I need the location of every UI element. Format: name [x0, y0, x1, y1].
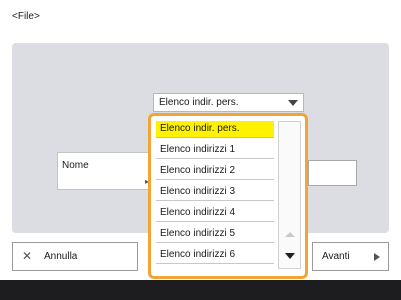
address-book-dropdown: Elenco indir. pers. Elenco indirizzi 1 E…: [148, 113, 308, 279]
name-button[interactable]: Nome ▸: [57, 152, 152, 190]
bottom-bar: [0, 280, 401, 300]
screen-title: <File>: [12, 11, 40, 22]
address-book-select-value: Elenco indir. pers.: [159, 97, 239, 108]
arrow-right-icon: [374, 253, 380, 261]
close-icon: ✕: [22, 249, 33, 263]
dropdown-option-4[interactable]: Elenco indirizzi 4: [156, 205, 274, 222]
cancel-button-label: Annulla: [44, 251, 78, 262]
cancel-button[interactable]: ✕ Annulla: [12, 242, 138, 271]
scroll-up-icon[interactable]: [285, 232, 295, 237]
dropdown-option-3[interactable]: Elenco indirizzi 3: [156, 184, 274, 201]
next-button-label: Avanti: [322, 251, 350, 262]
chevron-down-icon: [288, 100, 298, 106]
dropdown-option-1[interactable]: Elenco indirizzi 1: [156, 142, 274, 159]
dropdown-option-2[interactable]: Elenco indirizzi 2: [156, 163, 274, 180]
dropdown-option-personal[interactable]: Elenco indir. pers.: [156, 121, 274, 138]
dropdown-option-5[interactable]: Elenco indirizzi 5: [156, 226, 274, 243]
next-button[interactable]: Avanti: [312, 242, 389, 271]
scroll-down-icon[interactable]: [285, 253, 295, 259]
dropdown-scrollbar[interactable]: [278, 121, 301, 269]
dropdown-option-6[interactable]: Elenco indirizzi 6: [156, 247, 274, 264]
name-label: Nome: [62, 160, 89, 171]
name-field[interactable]: [308, 160, 357, 186]
dropdown-list: Elenco indir. pers. Elenco indirizzi 1 E…: [156, 121, 274, 268]
address-book-select[interactable]: Elenco indir. pers.: [153, 93, 304, 112]
